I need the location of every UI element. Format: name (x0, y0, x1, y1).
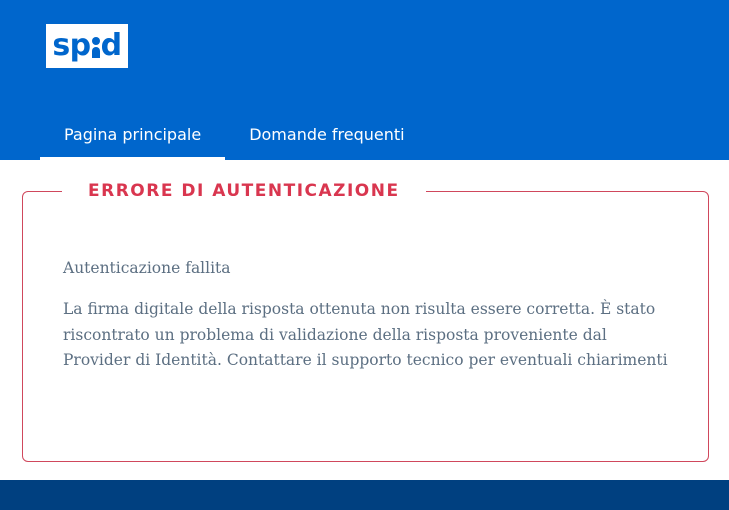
footer (0, 480, 729, 510)
error-message: La firma digitale della risposta ottenut… (63, 300, 668, 369)
logo-text-left: sp (52, 28, 91, 63)
tab-domande-frequenti[interactable]: Domande frequenti (225, 108, 428, 160)
spid-logo[interactable]: sp d (46, 24, 128, 68)
main-nav: Pagina principale Domande frequenti (40, 108, 429, 160)
header: sp d Pagina principale Domande frequenti (0, 0, 729, 160)
logo-person-icon (91, 31, 101, 61)
logo-text-right: d (100, 28, 122, 63)
tab-pagina-principale[interactable]: Pagina principale (40, 108, 226, 160)
error-subtitle: Autenticazione fallita (63, 259, 231, 277)
error-title: ERRORE DI AUTENTICAZIONE (62, 180, 426, 202)
